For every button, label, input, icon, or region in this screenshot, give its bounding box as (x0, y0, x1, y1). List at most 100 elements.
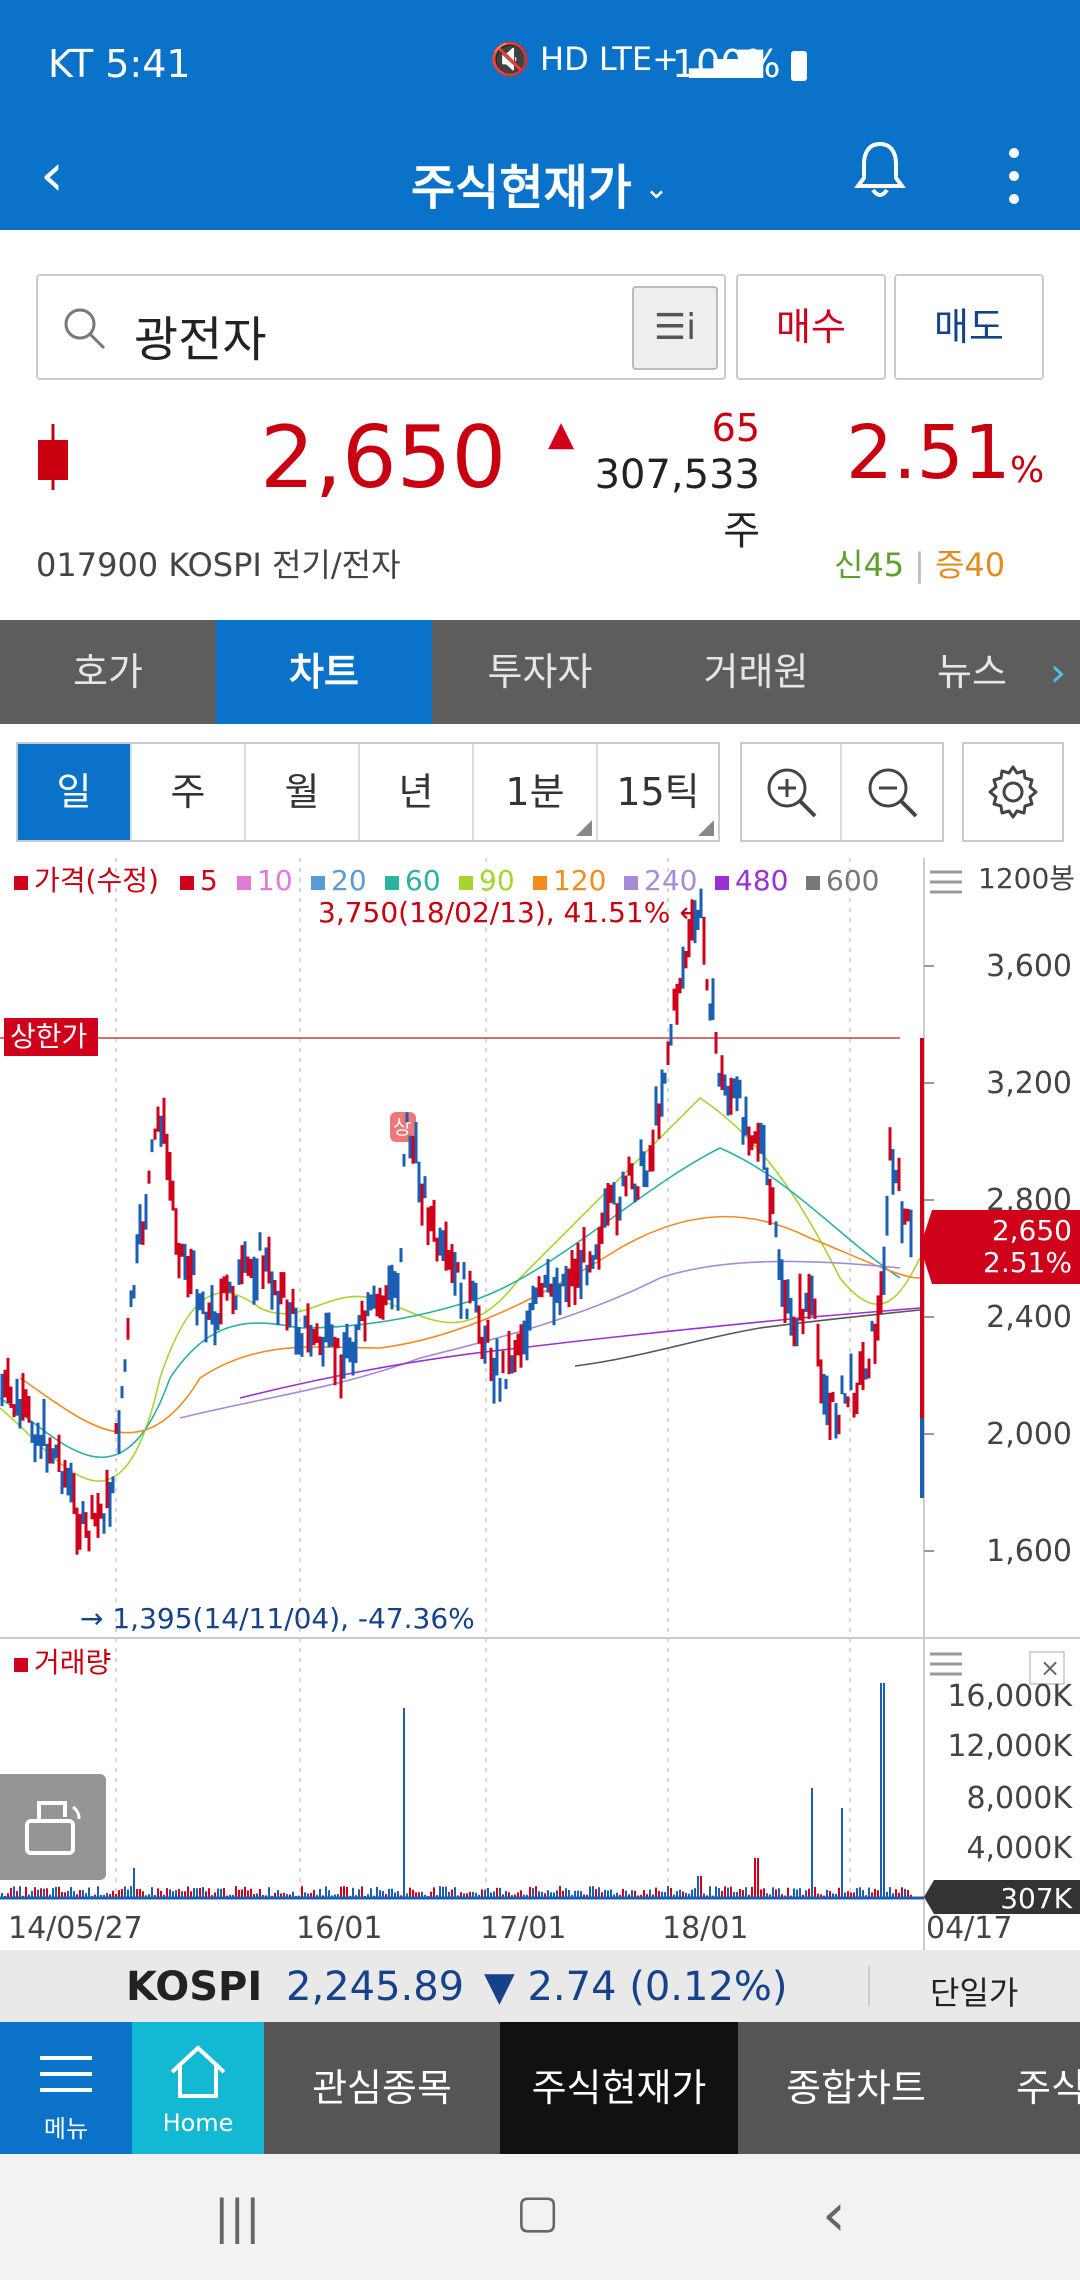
app-bar: ‹ 주식현재가 ⌄ (0, 130, 1080, 230)
stock-chart[interactable]: 가격(수정) 5 10 20 60 90 120 240 480 600 1200봉 3,750… (0, 858, 1080, 1950)
legend-item: 600 (826, 864, 879, 897)
mute-icon: 🔇 (490, 40, 530, 78)
sell-button[interactable]: 매도 (894, 274, 1044, 380)
x-tick: 17/01 (480, 1911, 566, 1946)
legend-item: 5 (200, 864, 218, 897)
recent-apps-icon[interactable]: ||| (214, 2190, 261, 2244)
hamburger-icon (40, 2056, 92, 2092)
search-icon (64, 308, 106, 350)
x-tick: 18/01 (662, 1911, 748, 1946)
carrier-time: KT 5:41 (48, 42, 191, 86)
svg-text:상: 상 (393, 1115, 411, 1139)
home-circle-icon[interactable]: ▢ (516, 2184, 559, 2238)
upper-limit-label: 상한가 (10, 1020, 87, 1053)
page-title[interactable]: 주식현재가 ⌄ (0, 148, 1080, 218)
volume-tick: 12,000K (947, 1729, 1073, 1764)
time-axis: 14/05/27 16/01 17/01 18/01 04/17 (8, 1911, 1012, 1946)
high-annotation: 3,750(18/02/13), 41.51% ← (318, 896, 703, 929)
legend-swatch (385, 876, 399, 890)
tab-chart[interactable]: 차트 (216, 620, 432, 724)
period-week[interactable]: 주 (132, 744, 246, 840)
home-button[interactable]: Home (132, 2022, 264, 2154)
period-minute[interactable]: 1분 (474, 744, 598, 840)
legend-swatch (311, 876, 325, 890)
tab-broker[interactable]: 거래원 (648, 620, 864, 724)
back-nav-icon[interactable]: ‹ (822, 2180, 846, 2250)
buy-button[interactable]: 매수 (736, 274, 886, 380)
rotate-screen-button[interactable] (0, 1774, 106, 1880)
period-tick[interactable]: 15틱 (598, 744, 718, 840)
low-annotation: → 1,395(14/11/04), -47.36% (80, 1602, 475, 1635)
zoom-in-icon (767, 768, 817, 818)
period-year[interactable]: 년 (360, 744, 474, 840)
volume-axis: 16,000K 12,000K 8,000K 4,000K (947, 1679, 1073, 1866)
candle-icon (38, 424, 68, 490)
stock-meta: 017900 KOSPI 전기/전자 (36, 546, 401, 584)
current-price: 2,650 (260, 408, 507, 508)
legend-swatch (624, 876, 638, 890)
volume-label: 거래량 (34, 1646, 111, 1679)
bell-icon[interactable] (852, 138, 908, 202)
period-selector: 일 주 월 년 1분 15틱 (16, 742, 720, 842)
x-tick: 14/05/27 (8, 1911, 143, 1946)
single-price-button[interactable]: 단일가 (930, 1968, 1018, 2014)
more-options-icon[interactable] (1008, 148, 1020, 208)
price-tick: 1,600 (986, 1534, 1072, 1569)
nav-stock-more[interactable]: 주식 (974, 2022, 1080, 2154)
zoom-controls (740, 742, 944, 842)
chevron-right-icon[interactable]: › (1050, 650, 1066, 696)
legend-item: 90 (479, 864, 515, 897)
index-value: 2,245.89 (286, 1964, 465, 2010)
rotate-icon (25, 1801, 81, 1855)
stock-search-input[interactable]: 광전자 ☰i (36, 274, 726, 380)
section-tabs: 호가 차트 투자자 거래원 뉴스 › (0, 620, 1080, 724)
change-rate-unit: % (1010, 450, 1045, 491)
current-rate-tag-text: 2.51% (983, 1246, 1072, 1279)
price-change: 65 (711, 406, 760, 450)
nav-chart[interactable]: 종합차트 (738, 2022, 974, 2154)
volume-tick: 4,000K (966, 1831, 1073, 1866)
tab-news[interactable]: 뉴스 (864, 620, 1080, 724)
top-bar: KT 5:41 🔇 HD LTE+ ▂▄▆ 100% ‹ 주식현재가 ⌄ (0, 0, 1080, 230)
volume-pane-menu-icon[interactable] (930, 1652, 962, 1676)
index-name: KOSPI (126, 1964, 263, 2010)
gear-icon (988, 765, 1038, 819)
index-change: ▼ 2.74 (0.12%) (484, 1964, 788, 2010)
legend-item: 240 (644, 864, 697, 897)
stock-info-button[interactable]: ☰i (632, 286, 718, 370)
zoom-in-button[interactable] (742, 744, 842, 840)
tab-investor[interactable]: 투자자 (432, 620, 648, 724)
zoom-out-button[interactable] (842, 744, 942, 840)
chevron-down-icon: ⌄ (643, 171, 669, 206)
current-price-tag-text: 2,650 (992, 1214, 1072, 1247)
legend-item: 10 (257, 864, 293, 897)
legend-swatch (180, 876, 194, 890)
period-month[interactable]: 월 (246, 744, 360, 840)
price-tick: 2,000 (986, 1417, 1072, 1452)
index-ticker[interactable]: KOSPI 2,245.89 ▼ 2.74 (0.12%) 단일가 (0, 1950, 1080, 2022)
credit-info: 신45 | 증40 (834, 546, 1006, 584)
legend-swatch (459, 876, 473, 890)
bong-count: 1200봉 (978, 862, 1075, 895)
legend-item: 20 (331, 864, 367, 897)
chart-settings-button[interactable] (962, 742, 1064, 842)
change-rate: 2.51 (846, 410, 1011, 496)
nav-current-price[interactable]: 주식현재가 (500, 2022, 738, 2154)
battery-icon (790, 51, 807, 81)
legend-item: 480 (735, 864, 788, 897)
nav-watchlist[interactable]: 관심종목 (264, 2022, 500, 2154)
price-tick: 3,200 (986, 1066, 1072, 1101)
up-triangle-icon: ▲ (548, 414, 575, 454)
zoom-out-icon (868, 768, 918, 818)
menu-button[interactable]: 메뉴 (0, 2022, 132, 2154)
tab-orderbook[interactable]: 호가 (0, 620, 216, 724)
period-day[interactable]: 일 (18, 744, 132, 840)
volume-tick: 8,000K (966, 1781, 1073, 1816)
price-tick: 2,400 (986, 1300, 1072, 1335)
pane-menu-icon[interactable] (930, 870, 962, 894)
legend-item: 120 (553, 864, 606, 897)
legend-swatch (715, 876, 729, 890)
close-icon: × (1040, 1654, 1060, 1682)
trade-volume: 307,533주 (594, 452, 760, 554)
volume-series (1, 1683, 912, 1898)
